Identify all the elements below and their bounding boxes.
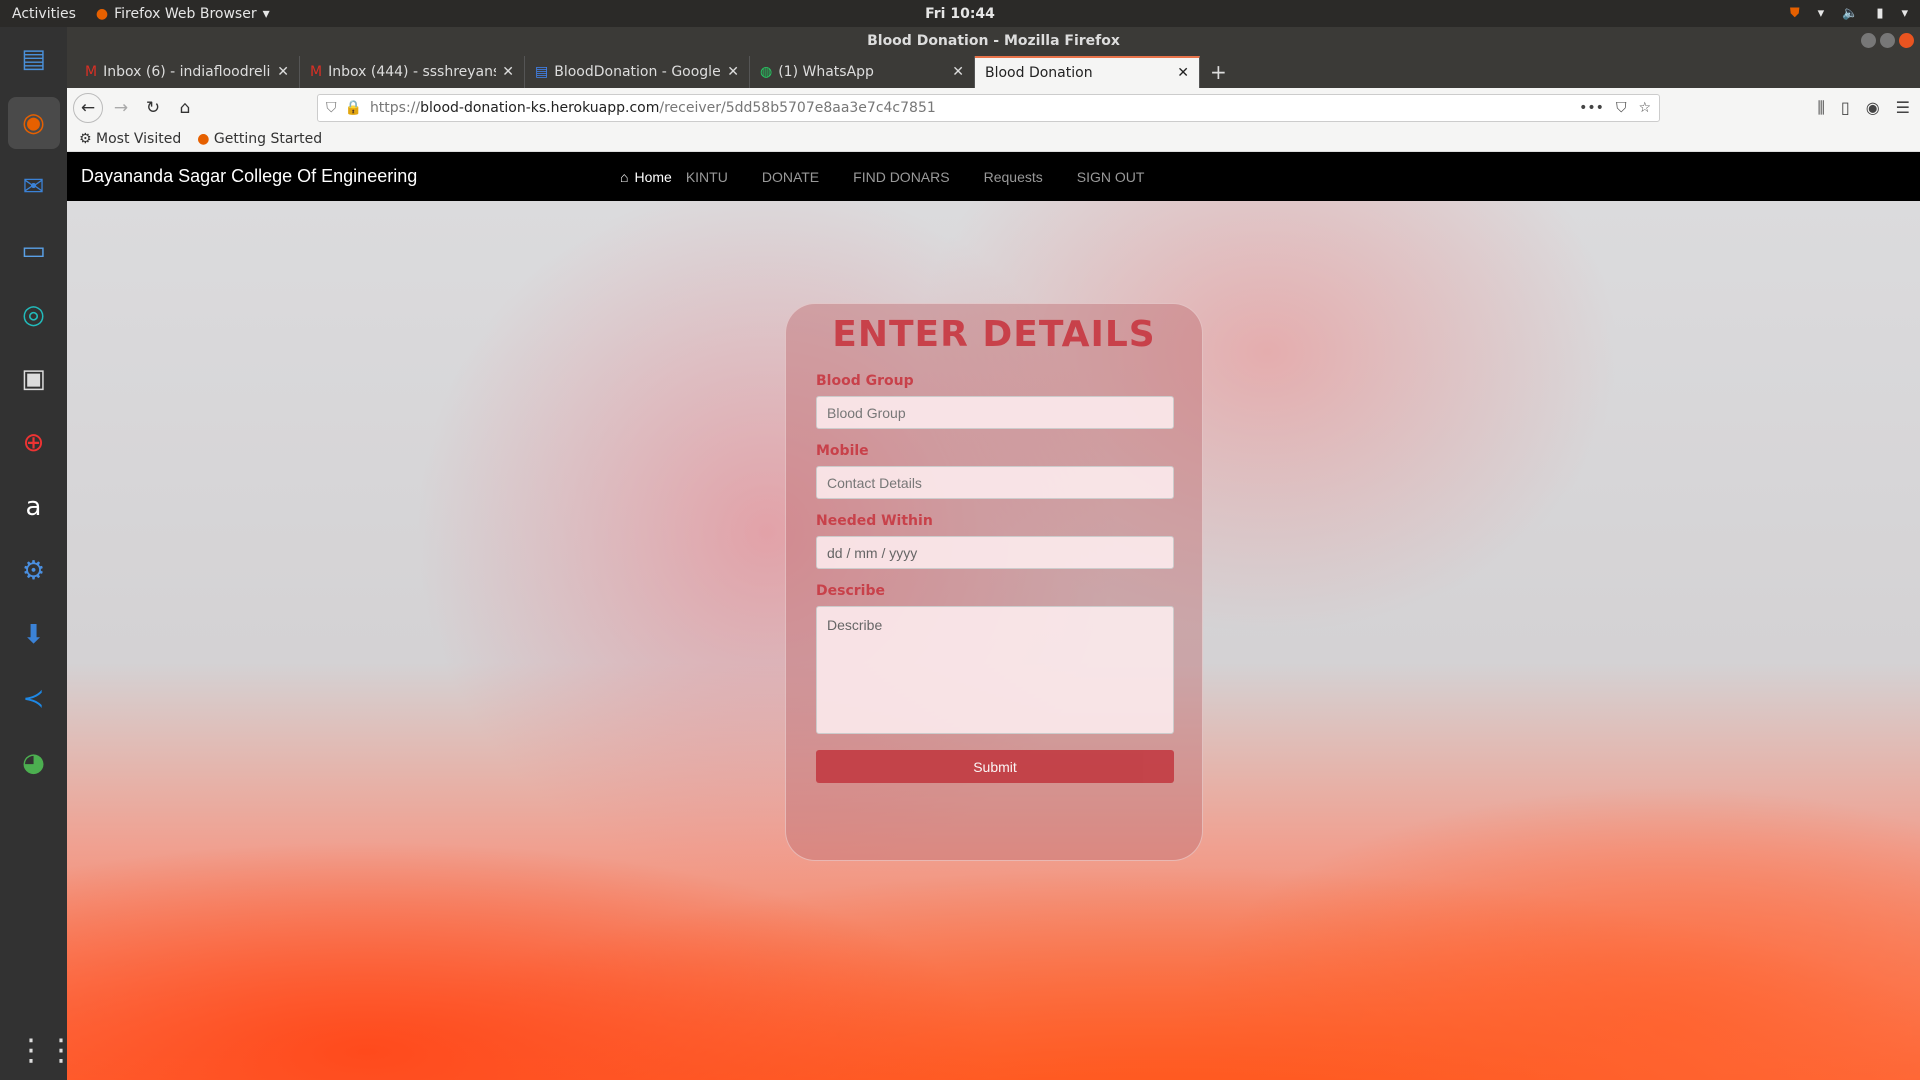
dock: ▤ ◉ ✉ ▭ ◎ ▣ ⊕ a ⚙ ⬇ ≺ ◕ ⋮⋮⋮ bbox=[0, 27, 106, 1080]
system-top-bar: Activities ● Firefox Web Browser ▾ Fri 10:… bbox=[0, 0, 1920, 27]
url-bar[interactable]: ⛉ 🔒 https://blood-donation-ks.herokuapp.… bbox=[317, 93, 1660, 122]
blood-group-label: Blood Group bbox=[816, 373, 914, 389]
system-tray[interactable]: ⛊ ▾ 🔈 ▮ ▾ bbox=[1790, 6, 1908, 21]
bookmark-star-icon[interactable]: ☆ bbox=[1638, 100, 1651, 116]
vscode-icon[interactable]: ≺ bbox=[8, 673, 60, 725]
details-form-card: ENTER DETAILS Blood Group Blood Group Mo… bbox=[785, 303, 1203, 861]
chrome-icon[interactable]: ◕ bbox=[8, 737, 60, 789]
volume-icon: 🔈 bbox=[1842, 6, 1859, 21]
tab-google-docs[interactable]: ▤ BloodDonation - Google ✕ bbox=[525, 56, 750, 88]
help-icon[interactable]: ⊕ bbox=[8, 417, 60, 469]
files-doc-icon[interactable]: ▤ bbox=[8, 33, 60, 85]
firefox-icon[interactable]: ◉ bbox=[7, 97, 60, 149]
window-title: Blood Donation - Mozilla Firefox bbox=[867, 33, 1120, 49]
close-tab-icon[interactable]: ✕ bbox=[727, 64, 739, 80]
needed-within-label: Needed Within bbox=[816, 513, 933, 529]
library-icon[interactable]: ⫼ bbox=[1818, 98, 1825, 118]
reload-button[interactable]: ↻ bbox=[139, 94, 167, 122]
url-text: https://blood-donation-ks.herokuapp.com/… bbox=[369, 99, 936, 116]
describe-label: Describe bbox=[816, 583, 885, 599]
bookmark-getting-started[interactable]: ● Getting Started bbox=[197, 131, 322, 147]
tab-gmail-1[interactable]: M Inbox (6) - indiafloodreli ✕ bbox=[75, 56, 300, 88]
tab-title: BloodDonation - Google bbox=[554, 64, 721, 80]
gear-icon: ⚙ bbox=[79, 131, 92, 147]
describe-textarea[interactable]: Describe bbox=[816, 606, 1174, 734]
tab-title: Inbox (444) - ssshreyans2 bbox=[328, 64, 497, 80]
rhythmbox-icon[interactable]: ◎ bbox=[8, 289, 60, 341]
site-brand[interactable]: Dayananda Sagar College Of Engineering bbox=[81, 166, 417, 187]
back-button[interactable]: ← bbox=[73, 92, 103, 123]
minimize-button[interactable] bbox=[1861, 33, 1876, 48]
gmail-icon: M bbox=[85, 64, 98, 80]
submit-button[interactable]: Submit bbox=[816, 750, 1174, 783]
nav-kintu[interactable]: KINTU bbox=[686, 169, 728, 185]
tab-strip: M Inbox (6) - indiafloodreli ✕ M Inbox (444… bbox=[67, 56, 1920, 88]
pocket-icon[interactable]: ⛉ bbox=[1616, 100, 1627, 116]
tab-title: (1) WhatsApp bbox=[778, 64, 874, 80]
firefox-icon: ● bbox=[197, 131, 210, 147]
nav-requests[interactable]: Requests bbox=[984, 169, 1043, 185]
tab-gmail-2[interactable]: M Inbox (444) - ssshreyans2 ✕ bbox=[300, 56, 525, 88]
download-icon[interactable]: ⬇ bbox=[8, 609, 60, 661]
form-title: ENTER DETAILS bbox=[832, 314, 1156, 355]
nav-home[interactable]: ⌂ Home bbox=[620, 169, 672, 185]
bookmark-most-visited[interactable]: ⚙ Most Visited bbox=[79, 131, 181, 147]
home-button[interactable]: ⌂ bbox=[171, 94, 199, 122]
tracking-shield-icon[interactable]: ⛉ bbox=[326, 100, 337, 116]
docs-icon: ▤ bbox=[535, 64, 549, 80]
settings-icon[interactable]: ⚙ bbox=[8, 545, 60, 597]
forward-button[interactable]: → bbox=[107, 94, 135, 122]
tab-title: Blood Donation bbox=[985, 65, 1093, 81]
mobile-label: Mobile bbox=[816, 443, 869, 459]
page-content: Dayananda Sagar College Of Engineering ⌂… bbox=[67, 152, 1920, 1080]
shield-icon: ⛊ bbox=[1789, 6, 1800, 21]
clock[interactable]: Fri 10:44 bbox=[925, 6, 995, 22]
activities-button[interactable]: Activities bbox=[12, 6, 76, 22]
sidebar-icon[interactable]: ▯ bbox=[1841, 98, 1850, 118]
site-navbar: Dayananda Sagar College Of Engineering ⌂… bbox=[67, 152, 1920, 201]
thunderbird-icon[interactable]: ✉ bbox=[8, 161, 60, 213]
close-window-button[interactable] bbox=[1899, 33, 1914, 48]
caret-down-icon: ▾ bbox=[1901, 6, 1908, 21]
files-icon[interactable]: ▭ bbox=[8, 225, 60, 277]
close-tab-icon[interactable]: ✕ bbox=[952, 64, 964, 80]
home-icon: ⌂ bbox=[620, 168, 629, 185]
lock-icon[interactable]: 🔒 bbox=[345, 100, 362, 116]
close-tab-icon[interactable]: ✕ bbox=[502, 64, 514, 80]
needed-within-date-input[interactable]: dd / mm / yyyy bbox=[816, 536, 1174, 569]
maximize-button[interactable] bbox=[1880, 33, 1895, 48]
gmail-icon: M bbox=[310, 64, 323, 80]
nav-donate[interactable]: DONATE bbox=[762, 169, 819, 185]
tab-title: Inbox (6) - indiafloodreli bbox=[103, 64, 271, 80]
bookmarks-toolbar: ⚙ Most Visited ● Getting Started bbox=[67, 127, 1920, 152]
caret-down-icon: ▾ bbox=[262, 5, 270, 22]
app-menu-label: Firefox Web Browser bbox=[114, 5, 257, 22]
firefox-icon: ● bbox=[95, 5, 109, 22]
wifi-icon: ▾ bbox=[1817, 6, 1825, 21]
new-tab-button[interactable]: + bbox=[1200, 56, 1237, 88]
amazon-icon[interactable]: a bbox=[8, 481, 60, 533]
firefox-window: Blood Donation - Mozilla Firefox M Inbox … bbox=[67, 27, 1920, 1080]
page-actions-icon[interactable]: ••• bbox=[1579, 100, 1604, 116]
tab-whatsapp[interactable]: ◍ (1) WhatsApp ✕ bbox=[750, 56, 975, 88]
close-tab-icon[interactable]: ✕ bbox=[1177, 65, 1189, 81]
tab-blood-donation[interactable]: Blood Donation ✕ bbox=[975, 56, 1200, 88]
software-icon[interactable]: ▣ bbox=[8, 353, 60, 405]
app-menu[interactable]: ● Firefox Web Browser ▾ bbox=[96, 6, 270, 22]
navigation-toolbar: ← → ↻ ⌂ ⛉ 🔒 https://blood-donation-ks.he… bbox=[67, 88, 1920, 127]
window-titlebar: Blood Donation - Mozilla Firefox bbox=[67, 27, 1920, 56]
blood-group-input[interactable]: Blood Group bbox=[816, 396, 1174, 429]
close-tab-icon[interactable]: ✕ bbox=[277, 64, 289, 80]
menu-icon[interactable]: ☰ bbox=[1896, 98, 1910, 118]
whatsapp-icon: ◍ bbox=[760, 64, 773, 80]
mobile-input[interactable]: Contact Details bbox=[816, 466, 1174, 499]
battery-icon: ▮ bbox=[1876, 6, 1884, 21]
nav-sign-out[interactable]: SIGN OUT bbox=[1077, 169, 1145, 185]
nav-find-donars[interactable]: FIND DONARS bbox=[853, 169, 949, 185]
account-icon[interactable]: ◉ bbox=[1866, 98, 1880, 118]
